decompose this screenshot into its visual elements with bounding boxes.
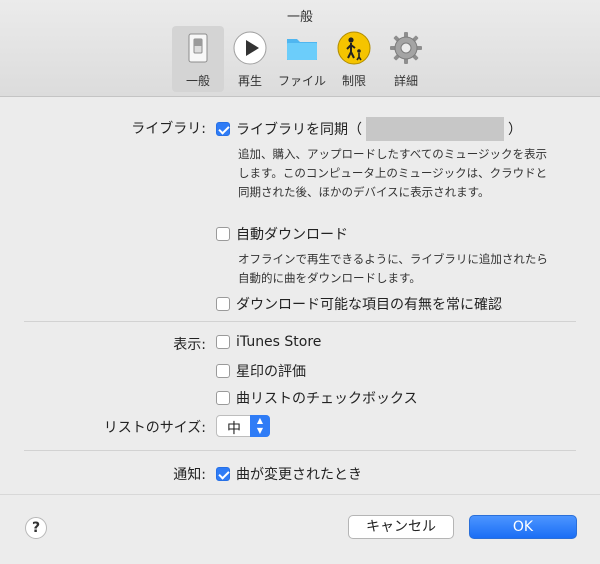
divider	[24, 450, 576, 451]
folder-icon	[287, 39, 317, 60]
always-check-checkbox[interactable]	[216, 297, 230, 311]
sync-library-label: ライブラリを同期（	[236, 122, 362, 138]
preferences-toolbar: 一般 再生 ファイル 制限 詳細	[172, 26, 432, 94]
sync-library-row: ライブラリを同期（ ）	[216, 117, 522, 141]
list-checkboxes-label: 曲リストのチェックボックス	[236, 391, 418, 407]
gear-icon	[390, 32, 422, 64]
list-checkboxes-row: 曲リストのチェックボックス	[216, 388, 418, 408]
sync-library-label-end: ）	[508, 122, 522, 138]
general-switch-icon	[188, 33, 208, 63]
auto-download-description: オフラインで再生できるように、ライブラリに追加されたら自動的に曲をダウンロードし…	[238, 252, 548, 285]
tab-advanced[interactable]: 詳細	[380, 26, 432, 92]
tab-restrictions-label: 制限	[341, 74, 366, 88]
divider	[24, 321, 576, 322]
tab-advanced-label: 詳細	[393, 74, 418, 88]
tab-playback[interactable]: 再生	[224, 26, 276, 92]
tab-files-label: ファイル	[277, 74, 326, 88]
notifications-section-label: 通知:	[173, 467, 206, 483]
list-checkboxes-checkbox[interactable]	[216, 391, 230, 405]
ok-button[interactable]: OK	[469, 515, 577, 539]
play-icon	[233, 31, 267, 65]
help-button[interactable]: ?	[25, 517, 47, 539]
tab-playback-label: 再生	[237, 74, 262, 88]
cancel-button[interactable]: キャンセル	[348, 515, 454, 539]
tab-files[interactable]: ファイル	[276, 26, 328, 92]
tab-restrictions[interactable]: 制限	[328, 26, 380, 92]
display-section-label: 表示:	[173, 337, 206, 353]
always-check-row: ダウンロード可能な項目の有無を常に確認	[216, 294, 502, 314]
title-bar: 一般 一般 再生 ファイル 制限 詳細	[0, 0, 600, 97]
library-section-label: ライブラリ:	[131, 121, 206, 137]
list-size-popup[interactable]: 中 ▲ ▼	[216, 415, 270, 437]
sync-library-checkbox[interactable]	[216, 122, 230, 136]
song-change-label: 曲が変更されたとき	[236, 467, 362, 483]
popup-arrows-icon: ▲ ▼	[250, 415, 270, 437]
always-check-label: ダウンロード可能な項目の有無を常に確認	[236, 297, 502, 313]
footer-divider	[0, 494, 600, 495]
list-size-label: リストのサイズ:	[103, 420, 206, 436]
auto-download-checkbox[interactable]	[216, 227, 230, 241]
star-rating-label: 星印の評価	[236, 364, 306, 380]
star-rating-checkbox[interactable]	[216, 364, 230, 378]
window-title: 一般	[286, 10, 313, 25]
itunes-store-checkbox[interactable]	[216, 335, 230, 349]
itunes-store-label: iTunes Store	[236, 334, 322, 350]
star-rating-row: 星印の評価	[216, 361, 306, 381]
song-change-row: 曲が変更されたとき	[216, 464, 362, 484]
list-size-value: 中	[227, 421, 241, 437]
itunes-store-row: iTunes Store	[216, 334, 321, 350]
auto-download-label: 自動ダウンロード	[236, 227, 348, 243]
song-change-checkbox[interactable]	[216, 467, 230, 481]
parental-restriction-icon	[337, 31, 371, 65]
sync-library-description: 追加、購入、アップロードしたすべてのミュージックを表示します。このコンピュータ上…	[238, 147, 548, 199]
auto-download-row: 自動ダウンロード	[216, 224, 348, 244]
tab-general-label: 一般	[185, 74, 210, 88]
preferences-window: 一般 一般 再生 ファイル 制限 詳細 ライブラリ: ライブラリを同期（ ） 追…	[0, 0, 600, 564]
redacted-account-id	[366, 117, 504, 141]
tab-general[interactable]: 一般	[172, 26, 224, 92]
